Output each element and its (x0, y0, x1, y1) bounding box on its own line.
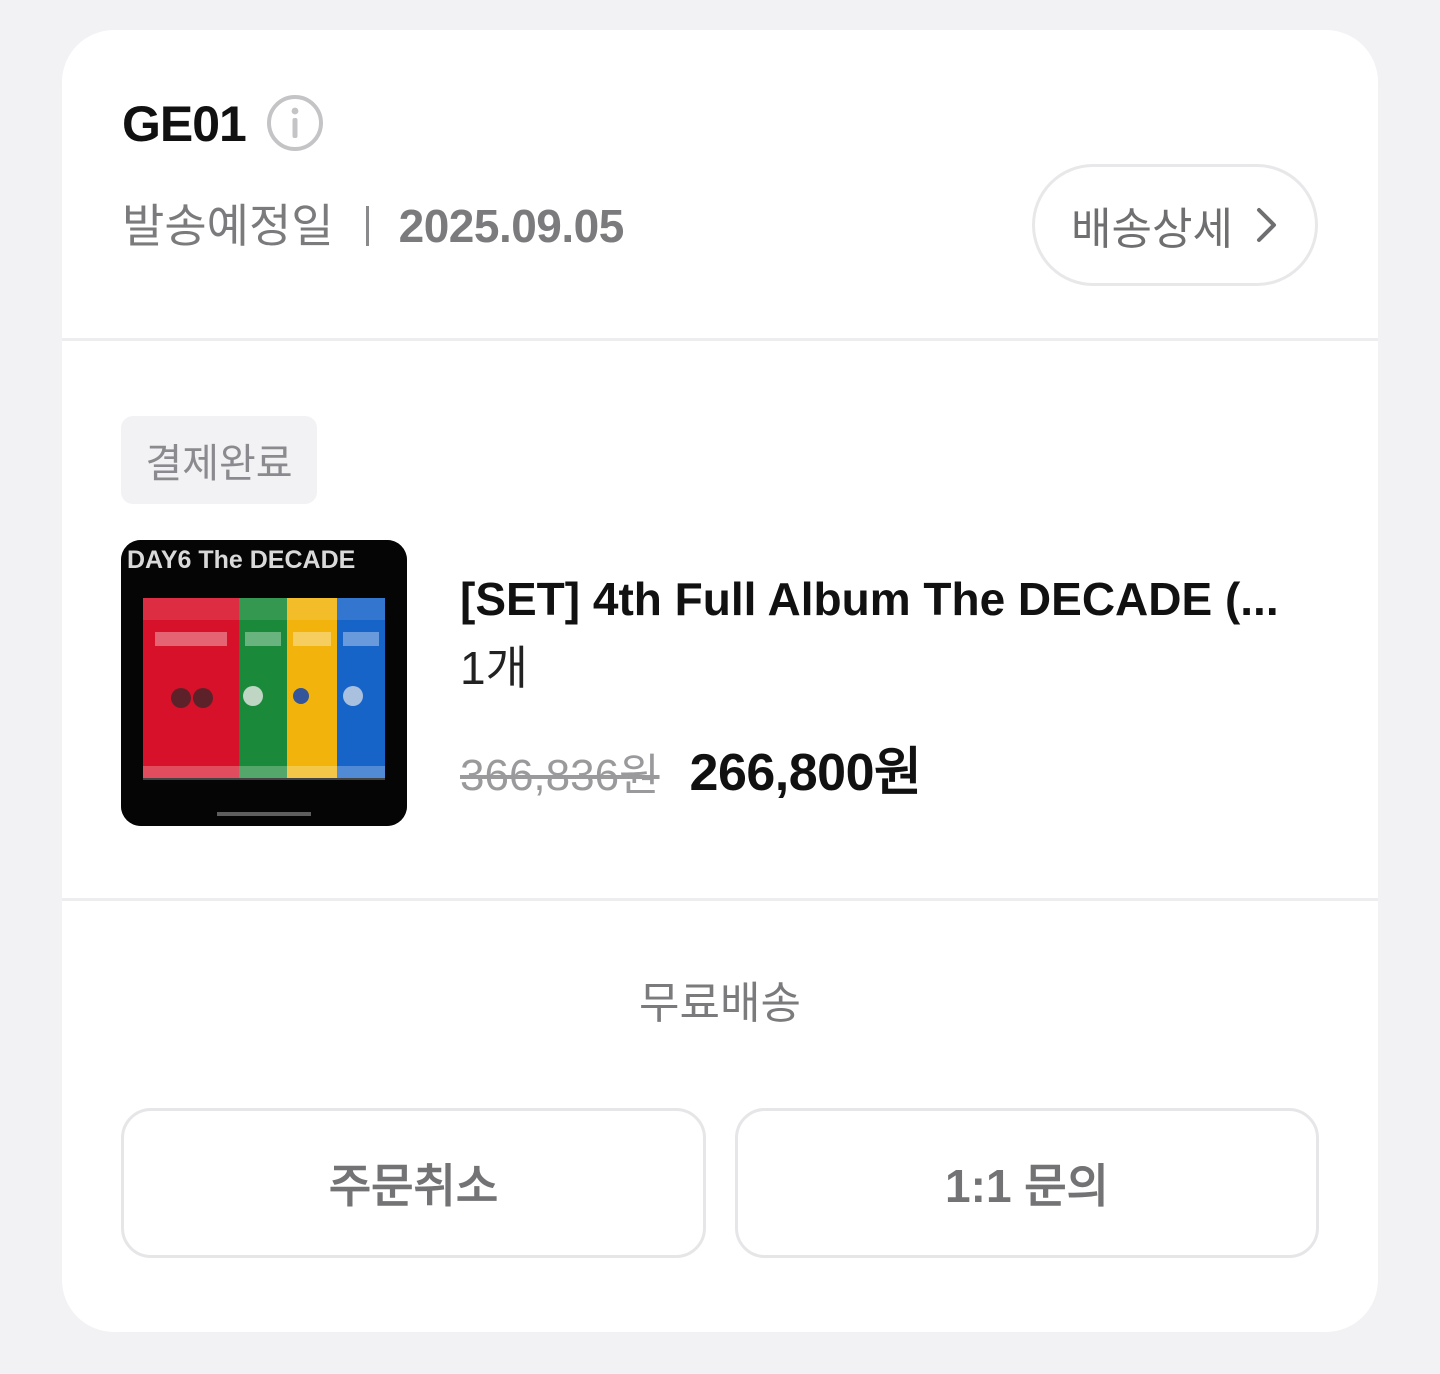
shipping-detail-label: 배송상세 (1071, 205, 1233, 254)
order-card: GE01 발송예정일 2025.09.05 배송상세 결제완료 DAY6 The… (62, 30, 1378, 1332)
ship-date-label: 발송예정일 (122, 200, 334, 252)
cancel-order-button[interactable]: 주문취소 (121, 1108, 706, 1258)
shipping-detail-button[interactable]: 배송상세 (1032, 164, 1318, 286)
order-id: GE01 (122, 96, 247, 152)
separator (365, 206, 369, 246)
sale-price: 266,800원 (689, 744, 922, 802)
order-header: GE01 발송예정일 2025.09.05 배송상세 (62, 30, 1378, 340)
product-title[interactable]: [SET] 4th Full Album The DECADE (... (460, 570, 1320, 628)
ship-date-row: 발송예정일 2025.09.05 (122, 196, 624, 256)
divider (62, 898, 1378, 901)
product-thumbnail[interactable]: DAY6 The DECADE (121, 540, 407, 826)
chevron-right-icon (1256, 208, 1276, 242)
divider (62, 338, 1378, 341)
shipping-fee: 무료배송 (639, 979, 801, 1028)
thumbnail-title: DAY6 The DECADE (127, 546, 355, 574)
album-cover-image: DAY6 The DECADE (121, 540, 407, 826)
inquiry-button[interactable]: 1:1 문의 (735, 1108, 1319, 1258)
status-badge: 결제완료 (121, 416, 317, 504)
product-quantity: 1개 (460, 642, 528, 694)
original-price: 366,836원 (460, 751, 660, 800)
price-row: 366,836원 266,800원 (460, 730, 922, 805)
info-icon[interactable] (266, 94, 324, 152)
ship-date: 2025.09.05 (398, 200, 625, 252)
